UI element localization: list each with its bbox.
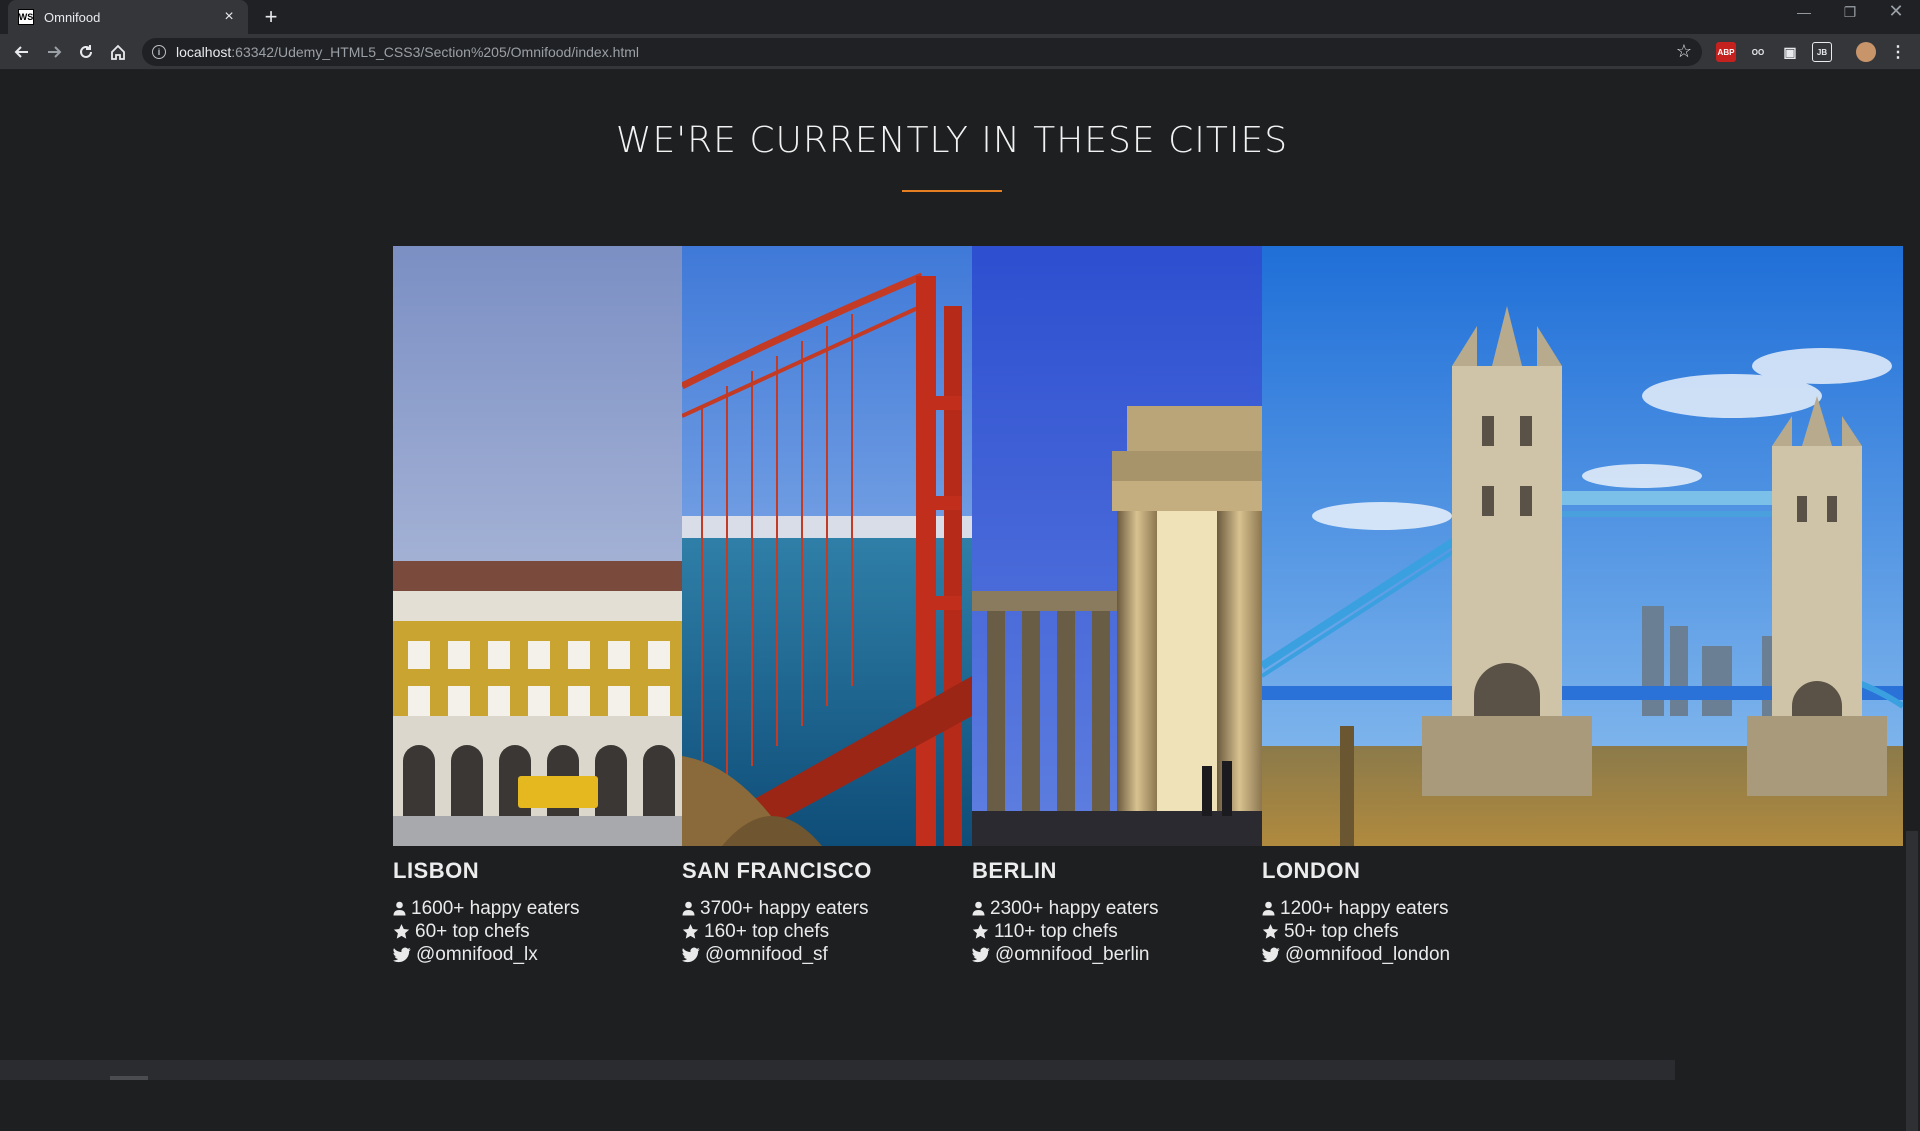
section-title: WE'RE CURRENTLY IN THESE CITIES [615, 120, 1289, 161]
profile-avatar[interactable] [1856, 42, 1876, 62]
city-stats: 3700+ happy eaters 160+ top chefs @omnif… [682, 897, 869, 966]
url-text: localhost:63342/Udemy_HTML5_CSS3/Section… [176, 44, 640, 60]
city-name: BERLIN [972, 858, 1057, 883]
city-name: SAN FRANCISCO [682, 858, 872, 883]
happy-eaters-stat: 1200+ happy eaters [1262, 897, 1450, 920]
city-stats: 1600+ happy eaters 60+ top chefs @omnifo… [393, 897, 580, 966]
city-stats: 1200+ happy eaters 50+ top chefs @omnifo… [1262, 897, 1450, 966]
person-icon [393, 901, 406, 916]
bookmark-star-icon[interactable]: ☆ [1676, 41, 1692, 62]
info-icon[interactable]: i [152, 45, 166, 59]
star-icon [1262, 924, 1279, 939]
happy-eaters-stat: 1600+ happy eaters [393, 897, 580, 920]
person-icon [972, 901, 985, 916]
tab-title: Omnifood [44, 9, 101, 25]
star-icon [972, 924, 989, 939]
twitter-icon [972, 947, 990, 962]
city-name: LONDON [1262, 858, 1361, 883]
webstorm-favicon-icon: WS [18, 9, 34, 25]
extension-icon[interactable]: OO [1748, 42, 1768, 62]
tab-strip: WS Omnifood × + — ❐ ✕ [0, 0, 1920, 34]
twitter-icon [1262, 947, 1280, 962]
city-name: LISBON [393, 858, 480, 883]
adblock-extension-icon[interactable]: ABP [1716, 42, 1736, 62]
home-icon [111, 44, 125, 60]
person-icon [1262, 901, 1275, 916]
reload-icon [80, 45, 92, 58]
top-chefs-stat: 110+ top chefs [972, 920, 1159, 943]
new-tab-button[interactable]: + [258, 3, 284, 31]
forward-button[interactable] [42, 40, 66, 64]
twitter-handle-link[interactable]: @omnifood_sf [682, 943, 869, 966]
restore-icon[interactable]: ❐ [1830, 4, 1870, 21]
city-stats: 2300+ happy eaters 110+ top chefs @omnif… [972, 897, 1159, 966]
top-chefs-stat: 160+ top chefs [682, 920, 869, 943]
twitter-handle-link[interactable]: @omnifood_lx [393, 943, 580, 966]
arrow-right-icon [48, 46, 62, 58]
title-underline [902, 190, 1002, 192]
address-bar[interactable]: i localhost:63342/Udemy_HTML5_CSS3/Secti… [142, 38, 1702, 66]
home-button[interactable] [106, 40, 130, 64]
person-icon [682, 901, 695, 916]
star-icon [393, 924, 410, 939]
scrollbar-thumb[interactable] [1906, 831, 1918, 1131]
twitter-icon [682, 947, 700, 962]
browser-tab[interactable]: WS Omnifood × [8, 0, 248, 34]
horizontal-scrollbar-thumb[interactable] [110, 1076, 148, 1080]
happy-eaters-stat: 3700+ happy eaters [682, 897, 869, 920]
lisbon-photo [393, 246, 682, 846]
star-icon [682, 924, 699, 939]
san-francisco-photo [682, 246, 972, 846]
berlin-photo [972, 246, 1262, 846]
arrow-left-icon [14, 46, 28, 58]
browser-toolbar: i localhost:63342/Udemy_HTML5_CSS3/Secti… [0, 34, 1920, 70]
happy-eaters-stat: 2300+ happy eaters [972, 897, 1159, 920]
jetbrains-extension-icon[interactable]: JB [1812, 42, 1832, 62]
cast-extension-icon[interactable]: ▣ [1780, 42, 1800, 62]
vertical-scrollbar[interactable] [1904, 71, 1920, 1131]
twitter-handle-link[interactable]: @omnifood_london [1262, 943, 1450, 966]
london-photo [1262, 246, 1903, 846]
menu-kebab-icon[interactable]: ⋮ [1888, 42, 1908, 62]
twitter-icon [393, 947, 411, 962]
horizontal-scrollbar[interactable] [0, 1060, 1675, 1080]
twitter-handle-link[interactable]: @omnifood_berlin [972, 943, 1159, 966]
top-chefs-stat: 60+ top chefs [393, 920, 580, 943]
reload-button[interactable] [74, 40, 98, 64]
close-icon[interactable]: × [220, 8, 238, 26]
top-chefs-stat: 50+ top chefs [1262, 920, 1450, 943]
back-button[interactable] [10, 40, 34, 64]
window-close-icon[interactable]: ✕ [1876, 1, 1916, 22]
page-viewport: WE'RE CURRENTLY IN THESE CITIES LISBON 1… [0, 71, 1920, 1080]
minimize-icon[interactable]: — [1784, 4, 1824, 20]
